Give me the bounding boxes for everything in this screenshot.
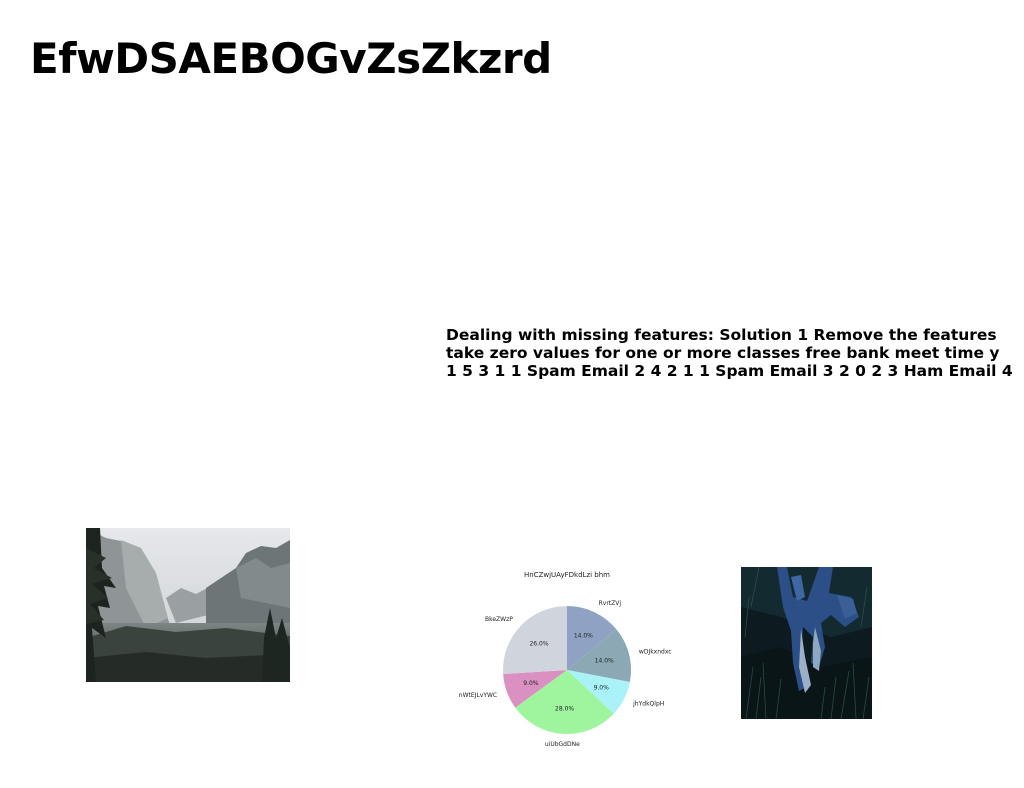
pie-slice-label: nWtEJLvYWC [459, 692, 497, 699]
pie-percent-label: 26.0% [529, 641, 548, 648]
pie-slice-label: uiUbGdDNe [545, 741, 580, 748]
pie-percent-label: 14.0% [595, 657, 614, 664]
pie-percent-label: 28.0% [555, 705, 574, 712]
body-text: Dealing with missing features: Solution … [446, 326, 1024, 380]
pie-slice-label: wDJkxndxc [639, 649, 672, 656]
pie-percent-label: 9.0% [523, 680, 539, 687]
pie-percent-label: 9.0% [594, 684, 610, 691]
dark-grass-photo [741, 567, 872, 719]
text-line: 1 5 3 1 1 Spam Email 2 4 2 1 1 Spam Emai… [446, 362, 1013, 380]
chart-title: HnCZwjUAyFDkdLzi bhm [524, 571, 610, 579]
page-title: EfwDSAEBOGvZsZkzrd [30, 34, 552, 83]
text-line: Dealing with missing features: Solution … [446, 326, 997, 344]
text-line: take zero values for one or more classes… [446, 344, 1000, 362]
landscape-photo [86, 528, 290, 682]
pie-slice-label: jhYdkQlpH [632, 701, 664, 708]
pie-chart: HnCZwjUAyFDkdLzi bhm 14.0% RvrtZVj 14.0% wD… [446, 562, 686, 768]
pie-slice-label: BkeZWzP [485, 616, 513, 623]
pie-slice-label: RvrtZVj [599, 600, 622, 607]
pie-percent-label: 14.0% [574, 632, 593, 639]
